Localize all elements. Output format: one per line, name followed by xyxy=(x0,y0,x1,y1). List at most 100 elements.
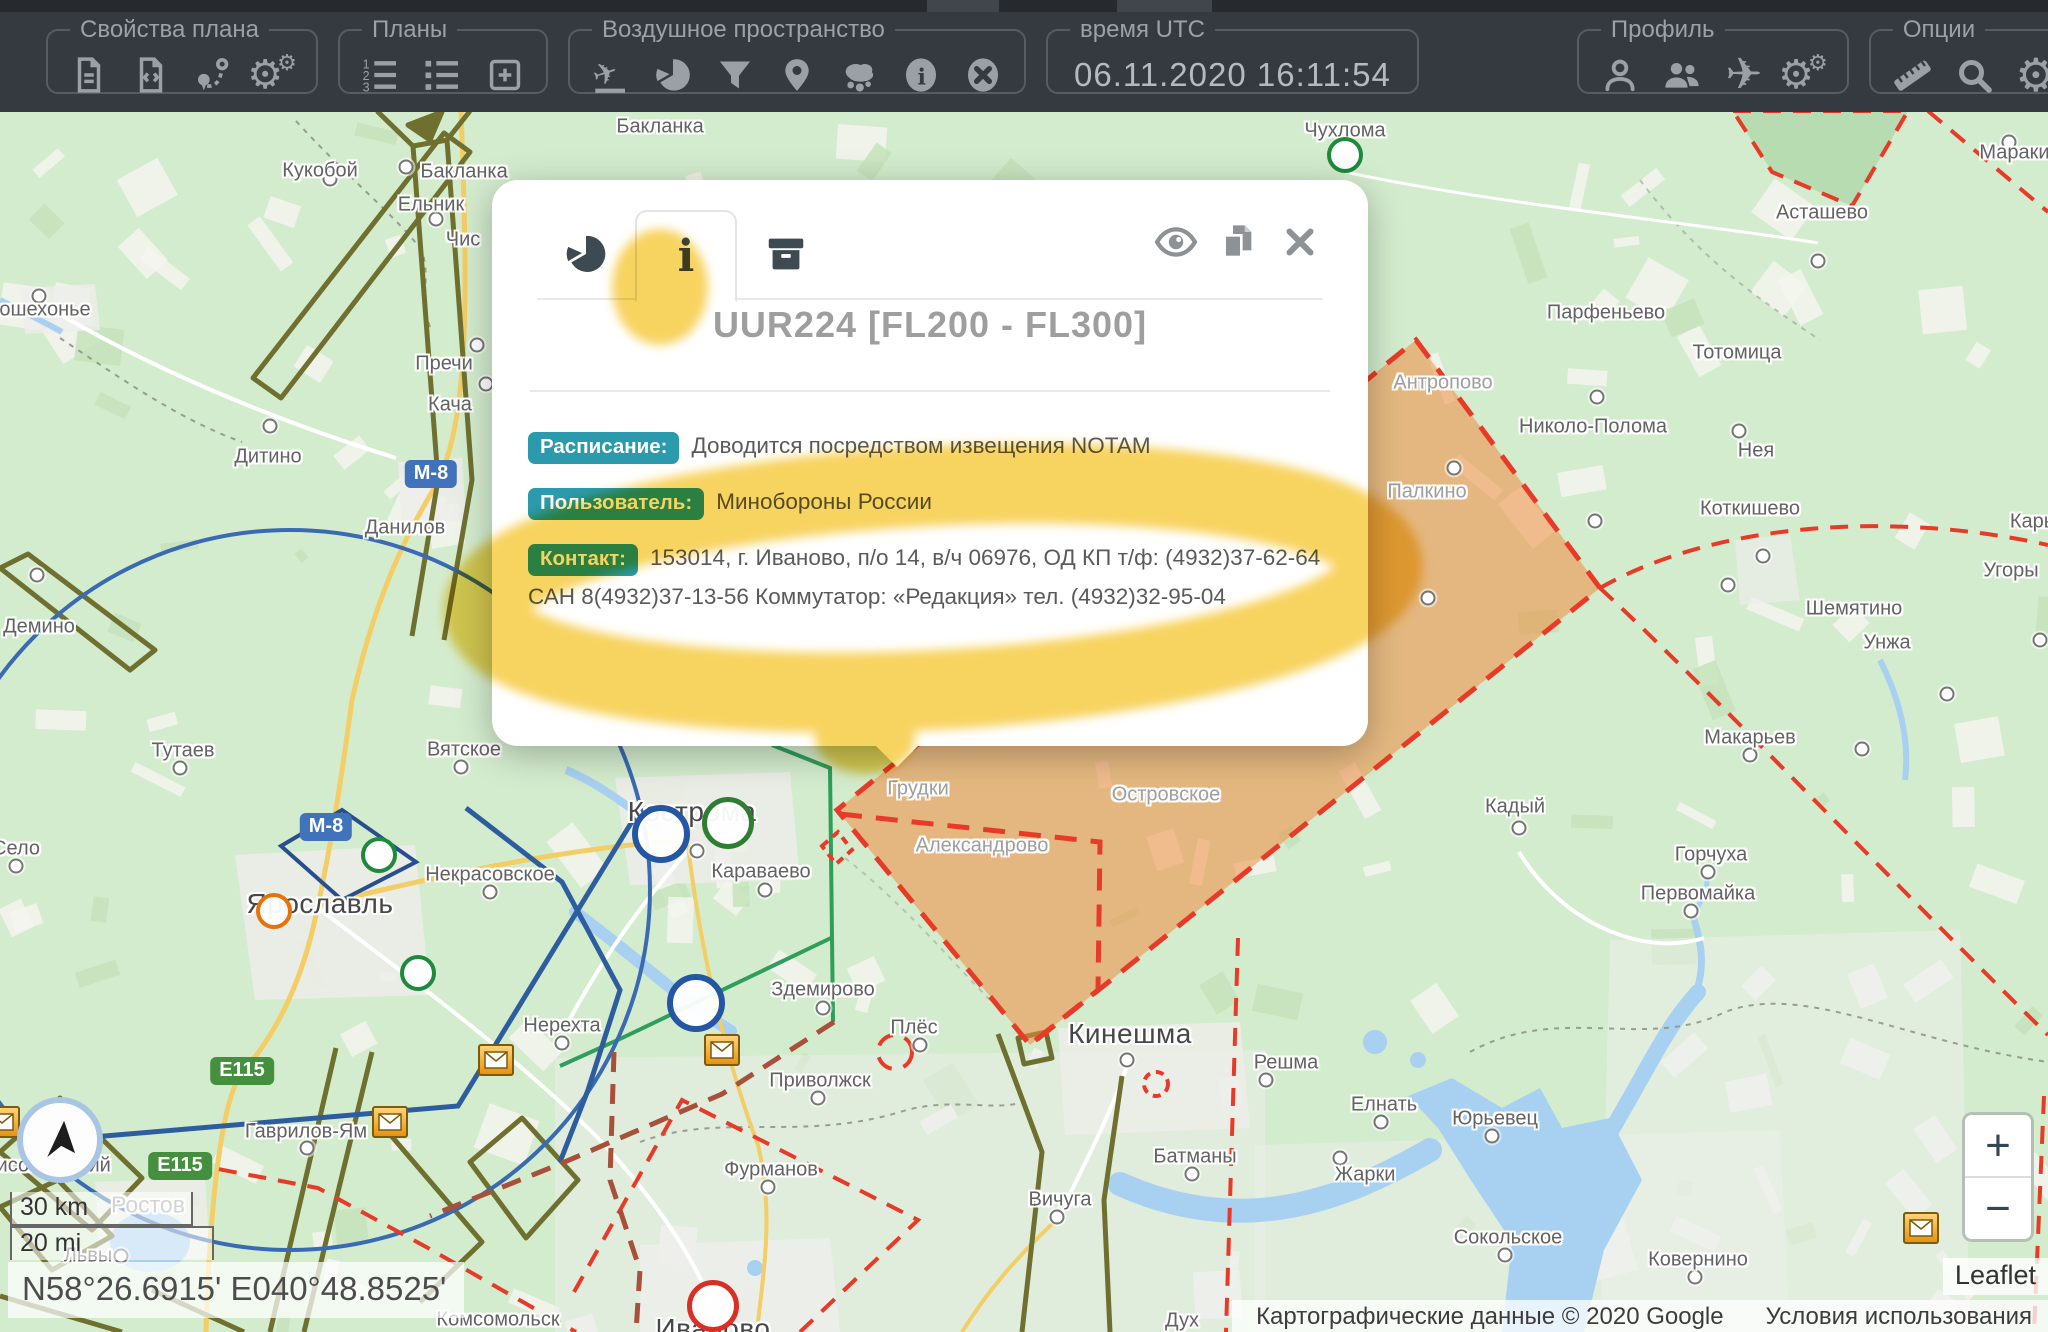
airfield-ring-marker[interactable] xyxy=(687,1280,739,1332)
map-label: Кадый xyxy=(1485,796,1545,819)
copy-button[interactable] xyxy=(1216,222,1260,262)
group-label: Профиль xyxy=(1601,16,1725,44)
map-label: Кукобой xyxy=(282,160,358,183)
map-label: Карь xyxy=(2010,511,2048,534)
user-badge: Пользователь: xyxy=(528,488,704,520)
close-circle-icon[interactable] xyxy=(952,48,1014,102)
airfield-ring-marker[interactable] xyxy=(702,797,754,849)
town-dot xyxy=(1684,904,1699,919)
town-dot xyxy=(1185,1167,1200,1182)
pie-chart-icon xyxy=(563,231,609,277)
close-popup-button[interactable] xyxy=(1278,222,1322,262)
navigation-arrow-icon xyxy=(34,1114,86,1166)
contact-badge: Контакт: xyxy=(528,544,638,576)
map-label: Дух xyxy=(1165,1310,1199,1332)
map-label: Асташево xyxy=(1776,202,1868,225)
terms-link[interactable]: Условия использования xyxy=(1766,1303,2032,1330)
coordinates-readout: N58°26.6915' E040°48.8525' xyxy=(8,1262,464,1318)
map-label: Некрасовское xyxy=(425,864,555,887)
map-label: Грудки xyxy=(887,778,949,801)
settings-gears-icon[interactable]: ⚙⚙ xyxy=(1775,48,1837,102)
airfield-ring-marker[interactable] xyxy=(361,837,397,873)
svg-text:i: i xyxy=(918,65,926,91)
gear-icon[interactable]: ⚙ xyxy=(2005,48,2048,102)
tab-chart[interactable] xyxy=(537,210,635,298)
town-dot xyxy=(1701,865,1716,880)
town-dot xyxy=(1050,1210,1065,1225)
group-plans: Планы 123 xyxy=(338,16,548,94)
tab-archive[interactable] xyxy=(737,210,835,298)
weather-icon[interactable] xyxy=(828,48,890,102)
airfield-ring-marker[interactable] xyxy=(1327,137,1363,173)
airfield-ring-marker[interactable] xyxy=(667,974,725,1032)
town-dot xyxy=(816,1001,831,1016)
zoom-in-button[interactable]: + xyxy=(1965,1115,2031,1178)
town-dot xyxy=(1120,1053,1135,1068)
message-marker[interactable] xyxy=(372,1106,408,1138)
user-icon[interactable] xyxy=(1589,48,1651,102)
map-label: Унжа xyxy=(1863,632,1910,655)
add-plan-icon[interactable] xyxy=(474,48,536,102)
ruler-icon[interactable] xyxy=(1881,48,1943,102)
group-label: Свойства плана xyxy=(70,16,269,44)
contact-row: Контакт:153014, г. Иваново, п/о 14, в/ч … xyxy=(528,538,1328,616)
gears-icon[interactable]: ⚙⚙ xyxy=(244,48,306,102)
map-label: Караваево xyxy=(711,861,810,884)
map-label: Чис xyxy=(446,229,481,252)
filter-icon[interactable] xyxy=(704,48,766,102)
bullet-list-icon[interactable] xyxy=(412,48,474,102)
group-label: Планы xyxy=(362,16,457,44)
leaflet-attribution[interactable]: Leaflet xyxy=(1943,1258,2048,1295)
plane-departure-icon[interactable]: ✈ xyxy=(580,48,642,102)
map-label: Фурманов xyxy=(724,1159,818,1182)
airfield-ring-marker[interactable] xyxy=(256,893,292,929)
town-dot xyxy=(1721,578,1736,593)
plane-icon[interactable]: ✈ xyxy=(1713,48,1775,102)
scale-mi: 20 mi xyxy=(10,1226,214,1260)
info-circle-icon[interactable]: i xyxy=(890,48,952,102)
map-label: Жарки xyxy=(1335,1164,1396,1187)
road-badge: E115 xyxy=(210,1057,274,1085)
popup-fields: Расписание:Доводится посредством извещен… xyxy=(528,426,1328,633)
app-window: КукобойБакланкаБакланкаЕльникЧисЧухломаМ… xyxy=(0,0,2048,1332)
town-dot xyxy=(9,859,24,874)
town-dot xyxy=(690,844,705,859)
document-icon[interactable] xyxy=(58,48,120,102)
map-label: Бакланка xyxy=(420,161,507,184)
map-label: Демино xyxy=(3,616,75,639)
map-label: Бакланка xyxy=(616,116,703,139)
message-marker[interactable] xyxy=(478,1044,514,1076)
map-label: Батманы xyxy=(1153,1146,1236,1169)
location-pin-icon[interactable] xyxy=(766,48,828,102)
map-label: Здемирово xyxy=(771,979,875,1002)
airfield-ring-marker[interactable] xyxy=(632,805,690,863)
town-dot xyxy=(1855,742,1870,757)
numbered-list-icon[interactable]: 123 xyxy=(350,48,412,102)
pie-chart-icon[interactable] xyxy=(642,48,704,102)
map-label: Пречи xyxy=(415,353,473,376)
map-label: Горчуха xyxy=(1675,844,1748,867)
message-marker[interactable] xyxy=(704,1034,740,1066)
tab-info[interactable]: i xyxy=(635,210,737,302)
users-icon[interactable] xyxy=(1651,48,1713,102)
route-icon[interactable] xyxy=(182,48,244,102)
map-label: Кинешма xyxy=(1068,1018,1192,1050)
town-dot xyxy=(263,419,278,434)
close-icon xyxy=(1282,224,1318,260)
visibility-button[interactable] xyxy=(1154,222,1198,262)
message-marker[interactable] xyxy=(1903,1212,1939,1244)
town-dot xyxy=(811,1091,826,1106)
airspace-info-popup: i xyxy=(492,180,1368,746)
document-code-icon[interactable] xyxy=(120,48,182,102)
current-location-marker[interactable] xyxy=(17,1097,103,1183)
town-dot xyxy=(1590,390,1605,405)
map-label: Нея xyxy=(1738,440,1774,463)
town-dot xyxy=(1447,461,1462,476)
airfield-ring-marker[interactable] xyxy=(400,955,436,991)
map-label: Сокольское xyxy=(1454,1227,1563,1250)
zoom-out-button[interactable]: − xyxy=(1965,1178,2031,1239)
popup-title: UUR224 [FL200 - FL300] xyxy=(492,304,1368,346)
town-dot xyxy=(1940,687,1955,702)
search-icon[interactable] xyxy=(1943,48,2005,102)
map-label: Первомайка xyxy=(1641,883,1756,906)
